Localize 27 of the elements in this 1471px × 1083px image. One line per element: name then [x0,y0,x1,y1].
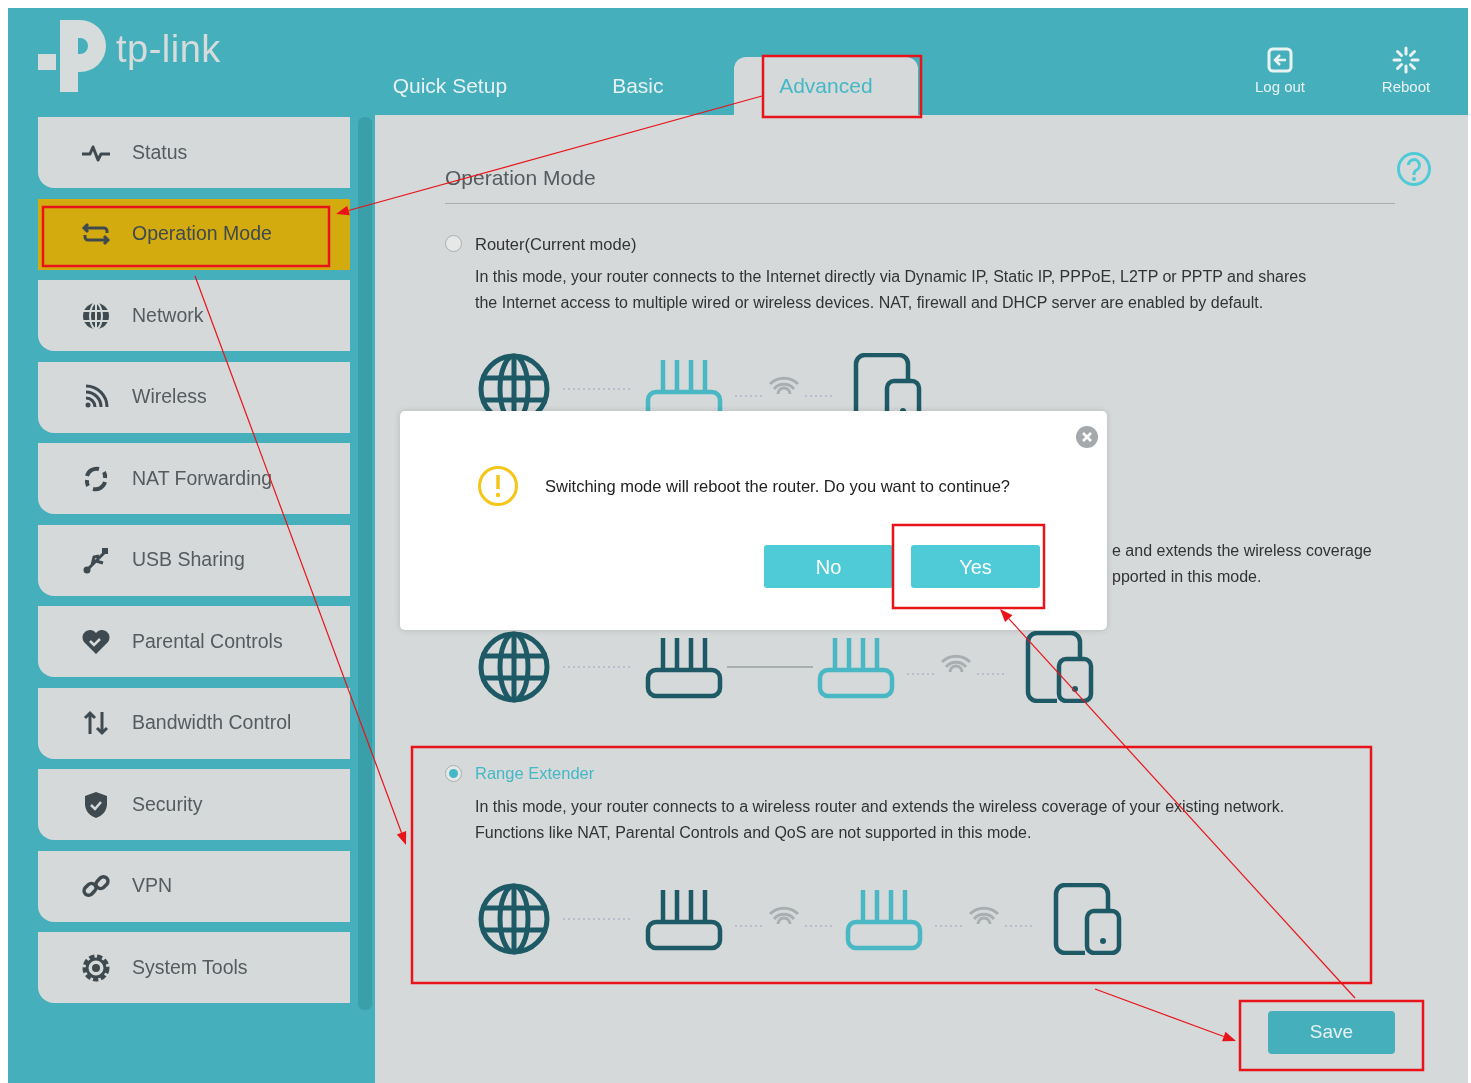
scrollbar[interactable] [358,117,372,1010]
sidebar-item[interactable]: Parental Controls [38,606,350,677]
mode-description: In this mode, your router connects to the Internet directly via Dynamic IP, Static IP, PPPoE, L2TP or PPTP and shares the Internet access to multiple wired or wireless devices. NAT, firewall and DHCP server are enabled by default. [475,267,1308,314]
description-text: e and extends the wireless coverage [1112,541,1373,562]
sidebar-item[interactable]: Bandwidth Control [38,687,350,759]
logo-text: tp-link [116,30,221,68]
sidebar-item[interactable]: Network [38,280,350,351]
sidebar-item[interactable]: Operation Mode [38,198,350,270]
dialog-message: Switching mode will reboot the router. Do you want to continue? [545,475,1010,497]
radio-button[interactable] [445,235,462,253]
spinner-icon [1392,46,1420,74]
sidebar-item[interactable]: Wireless [38,361,350,433]
sidebar-item[interactable]: NAT Forwarding [38,443,350,514]
logo-icon [38,20,108,92]
radio-label[interactable]: Router(Current mode) [475,231,637,257]
close-icon [1075,425,1099,449]
warning-icon [477,465,519,507]
sidebar-item[interactable]: USB Sharing [38,524,350,596]
description-text: pported in this mode. [1112,567,1263,588]
sidebar-item[interactable]: Security [38,769,350,840]
help-icon [1396,151,1432,187]
sidebar-item[interactable]: System Tools [38,932,350,1003]
sidebar-item[interactable]: VPN [38,850,350,922]
sidebar-item[interactable]: Status [38,117,350,188]
devices-drawing [1053,883,1123,955]
logout-icon [1266,46,1294,74]
radio-button[interactable] [445,765,462,783]
